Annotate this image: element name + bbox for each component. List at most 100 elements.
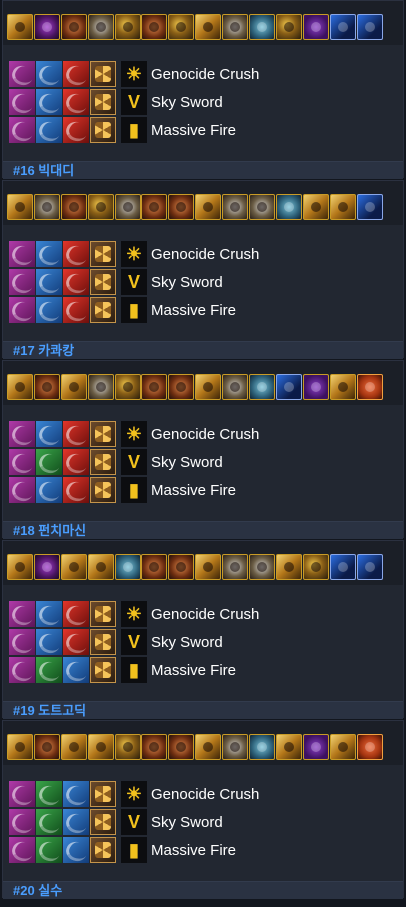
equipment-slot-icon[interactable] xyxy=(356,14,383,40)
equipment-slot-icon[interactable] xyxy=(7,554,33,580)
hexa-core-icon[interactable] xyxy=(90,781,116,807)
equipment-slot-icon[interactable] xyxy=(195,194,222,220)
equipment-slot-icon[interactable] xyxy=(329,374,356,400)
skill-icon[interactable]: ▮ xyxy=(121,297,147,323)
equipment-slot-icon[interactable] xyxy=(249,734,276,760)
blue-core-icon[interactable] xyxy=(36,421,62,447)
hexa-core-icon[interactable] xyxy=(90,809,116,835)
red-core-icon[interactable] xyxy=(63,61,89,87)
equipment-slot-icon[interactable] xyxy=(302,14,329,40)
equipment-slot-icon[interactable] xyxy=(275,14,302,40)
equipment-slot-icon[interactable] xyxy=(141,374,168,400)
skill-icon[interactable]: V xyxy=(121,449,147,475)
blue-core-icon[interactable] xyxy=(63,781,89,807)
equipment-slot-icon[interactable] xyxy=(356,194,383,220)
equipment-slot-icon[interactable] xyxy=(195,554,222,580)
equipment-slot-icon[interactable] xyxy=(33,14,60,40)
skill-icon[interactable]: ☀ xyxy=(121,61,147,87)
equipment-slot-icon[interactable] xyxy=(168,14,195,40)
skill-icon[interactable]: ☀ xyxy=(121,601,147,627)
red-core-icon[interactable] xyxy=(63,421,89,447)
equipment-slot-icon[interactable] xyxy=(249,374,276,400)
blue-core-icon[interactable] xyxy=(36,241,62,267)
hexa-core-icon[interactable] xyxy=(90,449,116,475)
skill-icon[interactable]: V xyxy=(121,89,147,115)
green-core-icon[interactable] xyxy=(36,837,62,863)
skill-icon[interactable]: ☀ xyxy=(121,241,147,267)
equipment-slot-icon[interactable] xyxy=(302,734,329,760)
hexa-core-icon[interactable] xyxy=(90,117,116,143)
equipment-slot-icon[interactable] xyxy=(114,14,141,40)
equipment-slot-icon[interactable] xyxy=(222,374,249,400)
equipment-slot-icon[interactable] xyxy=(7,734,33,760)
purple-core-icon[interactable] xyxy=(9,421,35,447)
purple-core-icon[interactable] xyxy=(9,657,35,683)
equipment-slot-icon[interactable] xyxy=(168,194,195,220)
skill-icon[interactable]: ▮ xyxy=(121,477,147,503)
equipment-slot-icon[interactable] xyxy=(7,14,33,40)
red-core-icon[interactable] xyxy=(63,241,89,267)
hexa-core-icon[interactable] xyxy=(90,297,116,323)
hexa-core-icon[interactable] xyxy=(90,421,116,447)
equipment-slot-icon[interactable] xyxy=(275,374,302,400)
red-core-icon[interactable] xyxy=(63,89,89,115)
hexa-core-icon[interactable] xyxy=(90,241,116,267)
equipment-slot-icon[interactable] xyxy=(33,194,60,220)
equipment-slot-icon[interactable] xyxy=(87,374,114,400)
equipment-slot-icon[interactable] xyxy=(195,734,222,760)
purple-core-icon[interactable] xyxy=(9,781,35,807)
skill-icon[interactable]: ☀ xyxy=(121,781,147,807)
equipment-slot-icon[interactable] xyxy=(168,554,195,580)
equipment-slot-icon[interactable] xyxy=(141,734,168,760)
hexa-core-icon[interactable] xyxy=(90,89,116,115)
equipment-slot-icon[interactable] xyxy=(87,14,114,40)
equipment-slot-icon[interactable] xyxy=(33,374,60,400)
purple-core-icon[interactable] xyxy=(9,117,35,143)
equipment-slot-icon[interactable] xyxy=(195,14,222,40)
blue-core-icon[interactable] xyxy=(63,809,89,835)
equipment-slot-icon[interactable] xyxy=(356,374,383,400)
red-core-icon[interactable] xyxy=(63,297,89,323)
purple-core-icon[interactable] xyxy=(9,89,35,115)
equipment-slot-icon[interactable] xyxy=(141,554,168,580)
equipment-slot-icon[interactable] xyxy=(195,374,222,400)
equipment-slot-icon[interactable] xyxy=(60,374,87,400)
equipment-slot-icon[interactable] xyxy=(114,554,141,580)
equipment-slot-icon[interactable] xyxy=(114,374,141,400)
equipment-slot-icon[interactable] xyxy=(249,554,276,580)
equipment-slot-icon[interactable] xyxy=(302,194,329,220)
green-core-icon[interactable] xyxy=(36,809,62,835)
blue-core-icon[interactable] xyxy=(36,601,62,627)
equipment-slot-icon[interactable] xyxy=(7,374,33,400)
equipment-slot-icon[interactable] xyxy=(249,14,276,40)
equipment-slot-icon[interactable] xyxy=(141,194,168,220)
equipment-slot-icon[interactable] xyxy=(33,554,60,580)
red-core-icon[interactable] xyxy=(63,449,89,475)
equipment-slot-icon[interactable] xyxy=(302,554,329,580)
purple-core-icon[interactable] xyxy=(9,601,35,627)
red-core-icon[interactable] xyxy=(63,477,89,503)
blue-core-icon[interactable] xyxy=(36,89,62,115)
purple-core-icon[interactable] xyxy=(9,629,35,655)
equipment-slot-icon[interactable] xyxy=(87,194,114,220)
purple-core-icon[interactable] xyxy=(9,449,35,475)
equipment-slot-icon[interactable] xyxy=(356,554,383,580)
skill-icon[interactable]: ▮ xyxy=(121,657,147,683)
purple-core-icon[interactable] xyxy=(9,477,35,503)
equipment-slot-icon[interactable] xyxy=(222,734,249,760)
equipment-slot-icon[interactable] xyxy=(33,734,60,760)
equipment-slot-icon[interactable] xyxy=(114,194,141,220)
equipment-slot-icon[interactable] xyxy=(168,734,195,760)
equipment-slot-icon[interactable] xyxy=(329,734,356,760)
equipment-slot-icon[interactable] xyxy=(329,194,356,220)
red-core-icon[interactable] xyxy=(63,601,89,627)
blue-core-icon[interactable] xyxy=(36,269,62,295)
hexa-core-icon[interactable] xyxy=(90,61,116,87)
equipment-slot-icon[interactable] xyxy=(60,734,87,760)
blue-core-icon[interactable] xyxy=(63,837,89,863)
purple-core-icon[interactable] xyxy=(9,241,35,267)
skill-icon[interactable]: V xyxy=(121,629,147,655)
blue-core-icon[interactable] xyxy=(36,629,62,655)
skill-icon[interactable]: ▮ xyxy=(121,837,147,863)
equipment-slot-icon[interactable] xyxy=(356,734,383,760)
